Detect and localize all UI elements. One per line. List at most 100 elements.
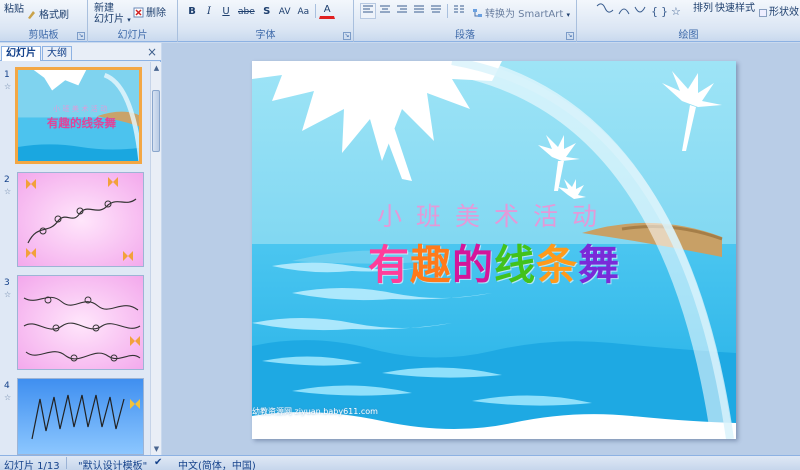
align-left-icon[interactable] <box>360 3 376 19</box>
format-painter-button[interactable]: 格式刷 <box>26 6 69 21</box>
tab-slides[interactable]: 幻灯片 <box>1 46 41 61</box>
thumbnail-4-scene <box>18 379 143 454</box>
thumbnail-1-scene: 小班美术活动 有趣的线条舞 <box>18 70 139 161</box>
shape-effects-button[interactable]: 形状效 <box>759 3 799 18</box>
convert-smartart-button[interactable]: 转换为 SmartArt ▾ <box>472 5 570 21</box>
clipboard-group: 粘贴 格式刷 剪贴板 ↘ <box>0 0 88 42</box>
shapes-gallery[interactable]: { } ☆ <box>593 2 687 20</box>
thumbnail-number: 4 <box>4 381 10 391</box>
new-slide-dropdown[interactable]: 幻灯片 ▾ <box>94 10 131 25</box>
svg-text:☆: ☆ <box>671 5 681 18</box>
paste-label: 粘贴 <box>4 4 24 15</box>
thumbnail-1-title: 有趣的线条舞 <box>47 116 117 130</box>
drawing-group: { } ☆ 排列 快速样式 形状效 绘图 <box>577 0 800 42</box>
paragraph-group-label: 段落 <box>455 30 475 41</box>
scrollbar-thumb[interactable] <box>152 90 160 152</box>
slides-pane: 幻灯片 大纲 × 1 ☆ 小班美术活动 有趣的线条舞 2 ☆ 3 ☆ 4 ☆ ▲… <box>0 43 161 455</box>
slide-thumbnail-3[interactable] <box>17 275 144 370</box>
justify-icon[interactable] <box>411 3 427 19</box>
slide-thumbnail-1[interactable]: 小班美术活动 有趣的线条舞 <box>15 67 142 164</box>
title-char: 趣 <box>410 241 452 289</box>
font-launcher-icon[interactable]: ↘ <box>343 32 351 40</box>
animation-star-icon: ☆ <box>4 187 12 196</box>
title-char: 条 <box>536 241 578 289</box>
thumbnail-3-scene <box>18 276 143 369</box>
new-slide-sub-label: 幻灯片 <box>94 14 124 25</box>
delete-slide-button[interactable]: 删除 <box>133 4 166 19</box>
slides-group: 新建 幻灯片 ▾ 删除 幻灯片 <box>88 0 178 42</box>
paragraph-group: 转换为 SmartArt ▾ 段落 ↘ <box>354 0 577 42</box>
arrange-label: 排列 <box>693 3 713 14</box>
svg-text:}: } <box>661 5 668 18</box>
align-right-icon[interactable] <box>394 3 410 19</box>
status-bar: 幻灯片 1/13 "默认设计模板" ✔ 中文(简体，中国) <box>0 455 800 470</box>
font-group: B I U abe S AV Aa A 字体 ↘ <box>178 0 354 42</box>
arrange-button[interactable]: 排列 <box>693 0 713 14</box>
font-color-button[interactable]: A <box>319 3 336 19</box>
drawing-group-label: 绘图 <box>678 30 699 41</box>
thumbnail-number: 1 <box>4 70 10 80</box>
clipboard-launcher-icon[interactable]: ↘ <box>77 32 85 40</box>
distribute-icon[interactable] <box>428 3 444 19</box>
slide-title[interactable]: 有趣的线条舞 <box>252 231 736 291</box>
chevron-down-icon: ▾ <box>127 16 131 24</box>
char-spacing-button[interactable]: AV <box>276 3 294 19</box>
bold-button[interactable]: B <box>184 3 200 19</box>
shape-effects-icon <box>759 9 767 17</box>
strikethrough-button[interactable]: abe <box>235 3 258 19</box>
underline-button[interactable]: U <box>218 3 234 19</box>
columns-icon[interactable] <box>451 3 467 19</box>
slide-counter: 幻灯片 1/13 <box>4 461 60 470</box>
thumbnail-scrollbar[interactable]: ▲ ▼ <box>150 62 161 455</box>
shadow-button[interactable]: S <box>259 3 275 19</box>
tab-outline[interactable]: 大纲 <box>42 46 72 61</box>
smartart-label: 转换为 SmartArt <box>485 9 564 20</box>
slide-thumbnail-4[interactable] <box>17 378 144 455</box>
pane-tabs: 幻灯片 大纲 × <box>0 43 161 61</box>
slide-subtitle[interactable]: 小班美术活动 <box>252 197 736 233</box>
svg-text:{: { <box>651 5 658 18</box>
thumbnail-2-scene <box>18 173 143 266</box>
scroll-up-icon[interactable]: ▲ <box>152 63 161 73</box>
thumbnail-1-subtitle: 小班美术活动 <box>53 104 110 113</box>
animation-star-icon: ☆ <box>4 393 12 402</box>
smartart-icon <box>472 8 483 19</box>
align-center-icon[interactable] <box>377 3 393 19</box>
chevron-down-icon: ▾ <box>566 11 571 19</box>
quick-styles-button[interactable]: 快速样式 <box>715 0 755 14</box>
separator <box>447 4 448 18</box>
shape-effects-label: 形状效 <box>769 7 799 18</box>
language-indicator[interactable]: 中文(简体，中国) <box>178 457 256 470</box>
italic-button[interactable]: I <box>201 3 217 19</box>
title-char: 舞 <box>578 241 620 289</box>
thumbnail-number: 2 <box>4 175 10 185</box>
paragraph-launcher-icon[interactable]: ↘ <box>566 32 574 40</box>
slide-editor: 小班美术活动 有趣的线条舞 幼教资源网 ziyuan.baby611.com <box>162 43 800 455</box>
thumbnail-number: 3 <box>4 278 10 288</box>
format-painter-label: 格式刷 <box>39 10 69 21</box>
delete-icon <box>133 7 144 18</box>
change-case-button[interactable]: Aa <box>295 3 313 19</box>
spellcheck-icon[interactable]: ✔ <box>154 457 162 468</box>
scroll-down-icon[interactable]: ▼ <box>152 444 161 454</box>
current-slide[interactable]: 小班美术活动 有趣的线条舞 幼教资源网 ziyuan.baby611.com <box>252 61 736 439</box>
slides-group-label: 幻灯片 <box>117 30 148 41</box>
animation-star-icon: ☆ <box>4 290 12 299</box>
paste-button[interactable]: 粘贴 <box>4 0 24 15</box>
brush-icon <box>26 9 37 20</box>
title-char: 的 <box>452 241 494 289</box>
quick-styles-label: 快速样式 <box>715 3 755 14</box>
close-icon[interactable]: × <box>147 45 157 59</box>
title-char: 有 <box>368 241 410 289</box>
clipboard-group-label: 剪贴板 <box>28 30 59 41</box>
slide-thumbnail-2[interactable] <box>17 172 144 267</box>
delete-label: 删除 <box>146 8 166 19</box>
theme-name[interactable]: "默认设计模板" <box>78 457 147 470</box>
watermark-text: 幼教资源网 ziyuan.baby611.com <box>252 407 378 416</box>
separator <box>315 4 317 18</box>
font-group-label: 字体 <box>255 30 276 41</box>
thumbnail-list: 1 ☆ 小班美术活动 有趣的线条舞 2 ☆ 3 ☆ 4 ☆ <box>0 62 150 455</box>
animation-star-icon: ☆ <box>4 82 12 91</box>
ribbon: 粘贴 格式刷 剪贴板 ↘ 新建 幻灯片 ▾ 删除 幻灯片 B I U abe S… <box>0 0 800 42</box>
title-char: 线 <box>494 241 536 289</box>
